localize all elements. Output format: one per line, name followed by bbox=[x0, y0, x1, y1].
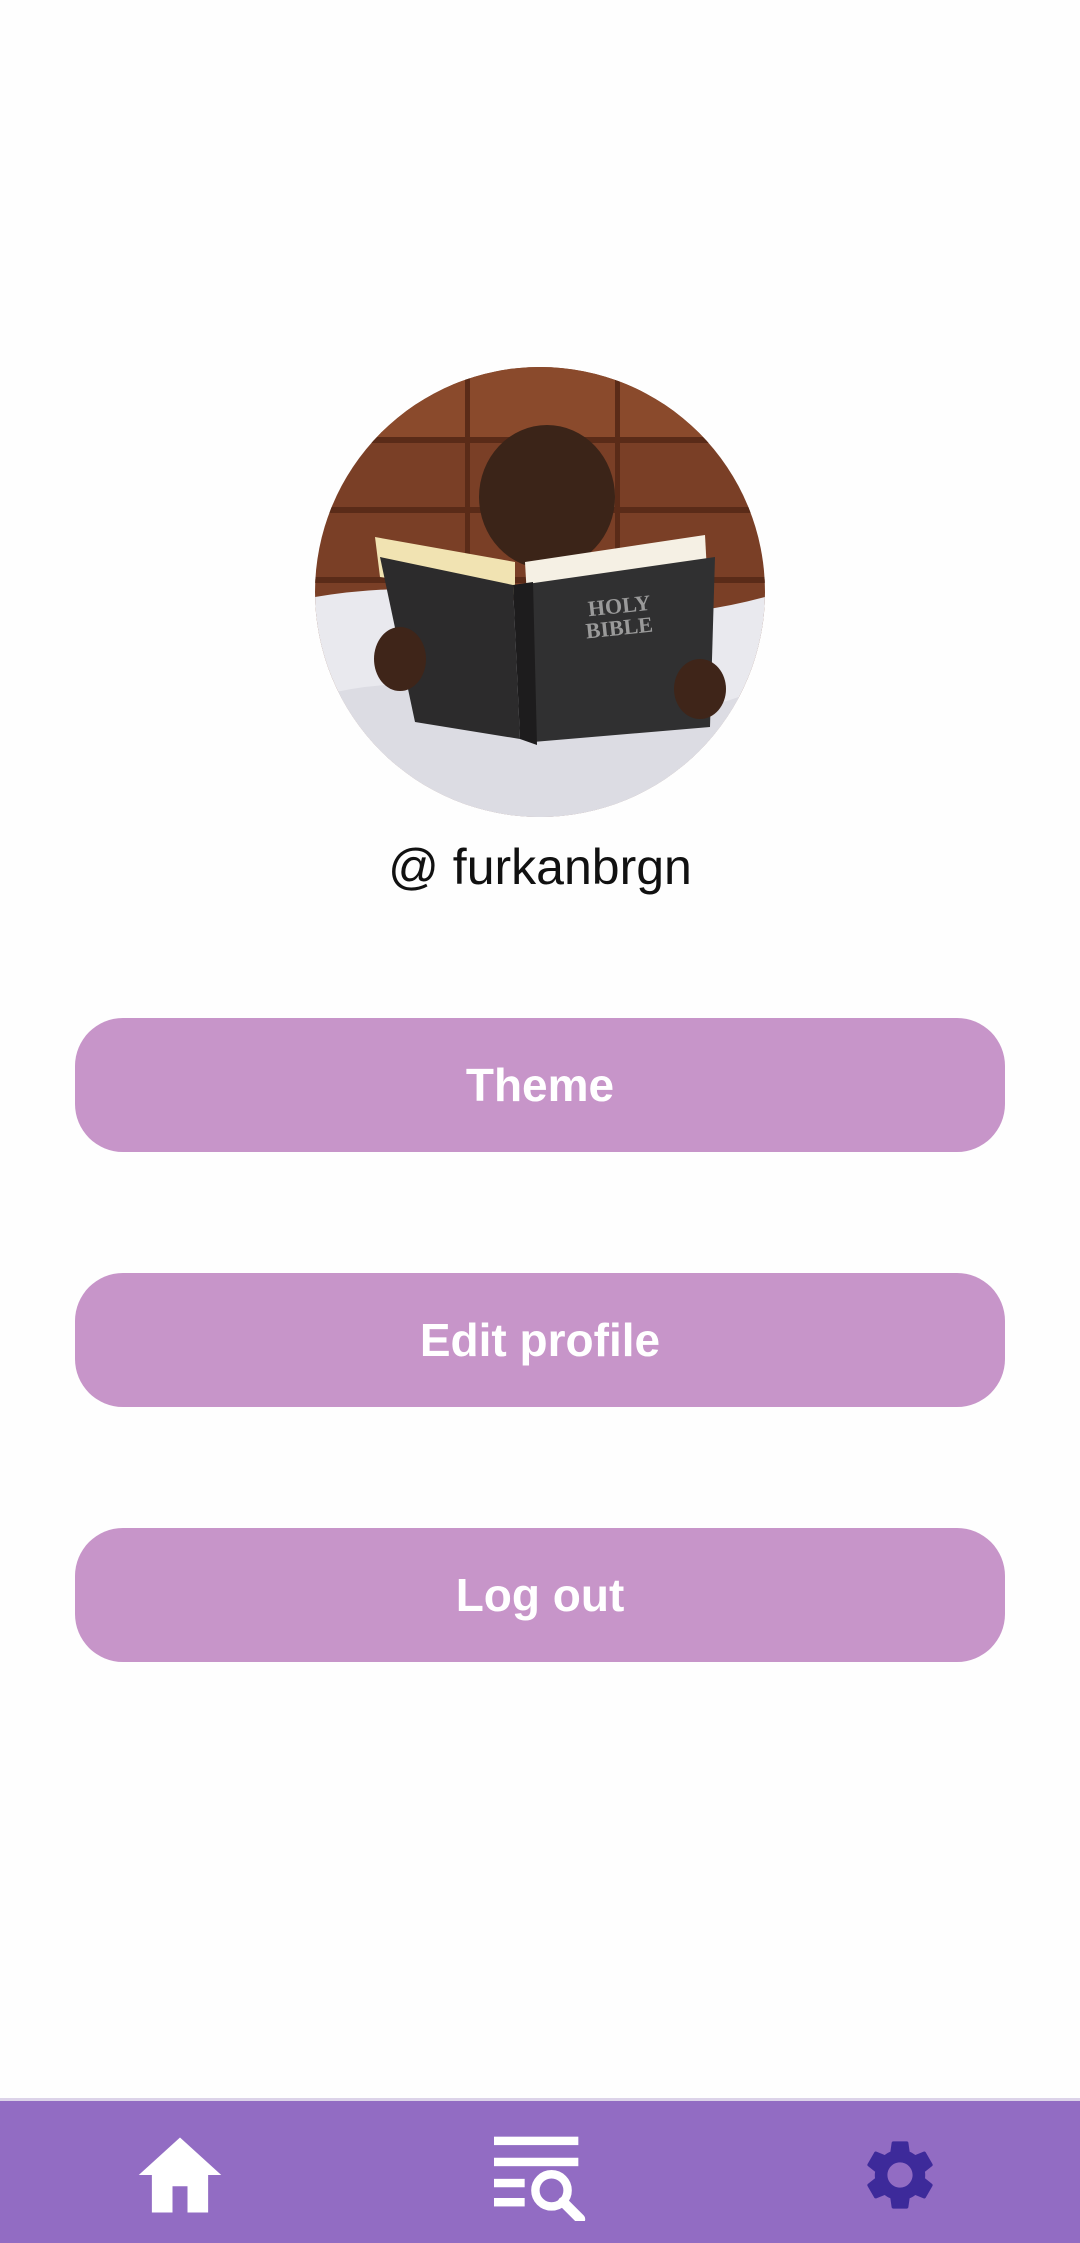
nav-search-list-tab[interactable] bbox=[490, 2125, 590, 2225]
nav-home-tab[interactable] bbox=[130, 2125, 230, 2225]
log-out-button[interactable]: Log out bbox=[75, 1528, 1005, 1662]
profile-screen: HOLY BIBLE @ furkanbrgn Theme Edit profi… bbox=[0, 0, 1080, 2243]
log-out-button-label: Log out bbox=[455, 1569, 625, 1621]
avatar-photo: HOLY BIBLE bbox=[315, 367, 765, 817]
list-search-icon bbox=[494, 2136, 586, 2221]
edit-profile-button-label: Edit profile bbox=[419, 1314, 661, 1366]
theme-button-label: Theme bbox=[465, 1059, 615, 1111]
home-icon bbox=[138, 2137, 222, 2213]
avatar[interactable]: HOLY BIBLE bbox=[315, 367, 765, 817]
nav-settings-tab[interactable] bbox=[850, 2125, 950, 2225]
username-label: @ furkanbrgn bbox=[388, 839, 692, 895]
edit-profile-button[interactable]: Edit profile bbox=[75, 1273, 1005, 1407]
theme-button[interactable]: Theme bbox=[75, 1018, 1005, 1152]
gear-icon bbox=[867, 2141, 933, 2209]
bottom-navigation-bar bbox=[0, 2098, 1080, 2243]
